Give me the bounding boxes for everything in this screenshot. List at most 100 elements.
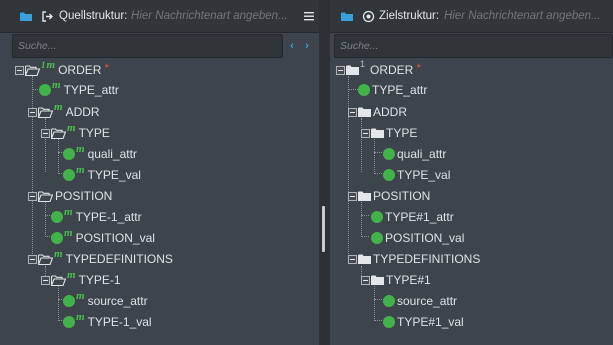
green-dot-icon [63, 148, 75, 160]
collapse-toggle-icon[interactable] [348, 254, 357, 264]
green-dot-icon [371, 211, 383, 223]
splitter-grip[interactable] [322, 206, 325, 252]
target-node-type-attr[interactable]: TYPE_attr [358, 80, 427, 100]
node-label: POSITION [55, 189, 113, 203]
node-label: TYPE-1_val [87, 315, 152, 329]
target-node-type[interactable]: TYPE [361, 123, 417, 143]
collapse-toggle-icon[interactable] [28, 254, 37, 264]
prev-match-arrow-icon[interactable]: ‹ [287, 40, 297, 52]
collapse-toggle-icon[interactable] [15, 65, 24, 75]
folder-closed-icon [358, 254, 371, 264]
open-in-icon[interactable] [41, 10, 54, 23]
target-node-position-val[interactable]: POSITION_val [371, 228, 464, 248]
target-node-source-attr[interactable]: source_attr [383, 291, 457, 311]
collapse-toggle-icon[interactable] [348, 191, 357, 201]
mapping-mark: m [76, 311, 85, 323]
node-label: quali_attr [397, 147, 447, 161]
source-node-source-attr[interactable]: m source_attr [63, 290, 148, 311]
source-node-typedefinitions[interactable]: m TYPEDEFINITIONS [28, 248, 173, 269]
target-node-type1-val[interactable]: TYPE#1_val [383, 312, 464, 332]
green-dot-icon [383, 295, 395, 307]
target-circle-icon[interactable] [362, 10, 375, 23]
mapping-mark: m [76, 143, 85, 155]
source-node-type[interactable]: m TYPE [41, 122, 110, 143]
collapse-toggle-icon[interactable] [348, 107, 357, 117]
node-label: TYPEDEFINITIONS [373, 252, 481, 266]
source-node-position[interactable]: POSITION [28, 186, 112, 206]
node-label: TYPE#1 [386, 273, 431, 287]
node-label: TYPE#1_attr [385, 210, 454, 224]
green-dot-icon [63, 295, 75, 307]
mapping-mark: m [54, 248, 63, 260]
target-node-type1-attr[interactable]: TYPE#1_attr [371, 207, 454, 227]
target-search-box[interactable] [334, 34, 613, 58]
mapping-mark: m [64, 206, 73, 218]
node-label: TYPEDEFINITIONS [65, 252, 173, 266]
mapping-mark: m [67, 269, 76, 281]
source-node-type1[interactable]: m TYPE-1 [41, 269, 121, 290]
collapse-toggle-icon[interactable] [28, 107, 37, 117]
target-node-quali-attr[interactable]: quali_attr [383, 144, 446, 164]
folder-icon[interactable] [341, 12, 353, 21]
mapping-mark: m [46, 59, 56, 71]
node-label: TYPE_attr [63, 83, 119, 97]
target-tree: 1 ORDER * TYPE_attr ADDR TYPE quali_attr [330, 59, 613, 345]
node-label: TYPE_val [397, 168, 451, 182]
folder-closed-icon [371, 128, 384, 138]
node-label: POSITION [373, 189, 431, 203]
cardinality-mark: 1 [41, 60, 46, 70]
target-search-input[interactable] [335, 35, 612, 57]
next-match-arrow-icon[interactable]: › [302, 40, 312, 52]
source-search-box[interactable] [12, 34, 283, 58]
source-title: Quellstruktur: [59, 10, 128, 22]
mapping-mark: m [54, 101, 63, 113]
required-mark: * [104, 61, 110, 75]
folder-icon[interactable] [20, 12, 32, 21]
node-label: TYPE-1_attr [75, 210, 142, 224]
source-node-position-val[interactable]: m POSITION_val [51, 227, 155, 248]
collapse-toggle-icon[interactable] [361, 128, 370, 138]
collapse-toggle-icon[interactable] [336, 65, 345, 75]
target-node-order[interactable]: 1 ORDER * [336, 59, 422, 80]
target-node-position[interactable]: POSITION [348, 186, 430, 206]
required-mark: * [416, 61, 422, 75]
source-node-type-val[interactable]: m TYPE_val [63, 164, 141, 185]
target-message-type-input[interactable] [444, 10, 610, 22]
folder-open-icon [25, 64, 40, 76]
node-label: TYPE-1 [78, 273, 121, 287]
collapse-toggle-icon[interactable] [41, 128, 50, 138]
source-node-order[interactable]: 1 m ORDER * [15, 59, 110, 80]
node-label: TYPE [386, 126, 418, 140]
target-node-typedefinitions[interactable]: TYPEDEFINITIONS [348, 249, 480, 269]
folder-open-icon [51, 127, 66, 139]
source-node-quali-attr[interactable]: m quali_attr [63, 143, 137, 164]
mapping-mark: m [52, 79, 61, 91]
source-node-type-attr[interactable]: m TYPE_attr [39, 79, 119, 100]
target-node-type1[interactable]: TYPE#1 [361, 270, 431, 290]
source-message-type-input[interactable] [131, 10, 296, 22]
node-label: TYPE#1_val [397, 315, 464, 329]
folder-closed-icon [358, 107, 371, 117]
target-node-type-val[interactable]: TYPE_val [383, 165, 450, 185]
target-node-addr[interactable]: ADDR [348, 102, 407, 122]
mapping-mark: m [76, 164, 85, 176]
folder-closed-icon [358, 191, 371, 201]
source-node-type1-val[interactable]: m TYPE-1_val [63, 311, 152, 332]
source-structure-panel: Quellstruktur: ‹ › 1 m ORDER * [0, 0, 319, 345]
source-search-input[interactable] [13, 35, 282, 57]
collapse-toggle-icon[interactable] [41, 275, 50, 285]
panel-splitter[interactable] [319, 0, 330, 345]
green-dot-icon [51, 211, 63, 223]
node-label: source_attr [87, 294, 148, 308]
collapse-toggle-icon[interactable] [361, 275, 370, 285]
node-label: POSITION_val [75, 231, 155, 245]
folder-open-icon [38, 190, 53, 202]
mapping-mark: m [76, 290, 85, 302]
target-structure-panel: Zielstruktur: 1 ORDER * TYPE_attr [330, 0, 613, 345]
target-title: Zielstruktur: [379, 10, 440, 22]
collapse-toggle-icon[interactable] [28, 191, 37, 201]
source-node-type1-attr[interactable]: m TYPE-1_attr [51, 206, 142, 227]
green-dot-icon [63, 316, 75, 328]
source-node-addr[interactable]: m ADDR [28, 101, 100, 122]
hamburger-menu-icon[interactable] [303, 10, 315, 22]
